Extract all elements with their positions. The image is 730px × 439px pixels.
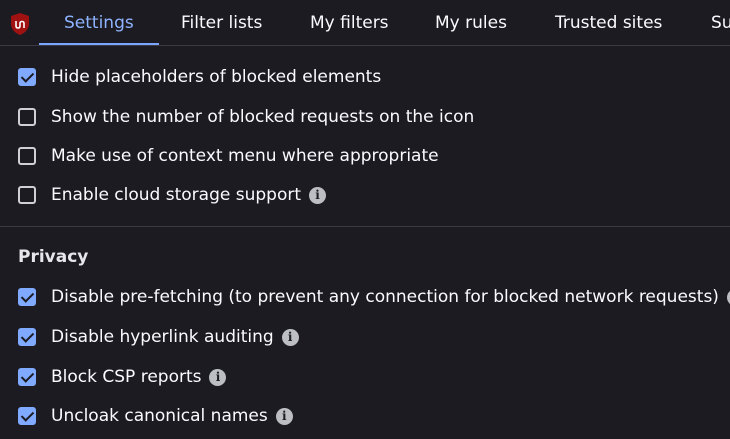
info-icon[interactable]: i [209,368,227,386]
option-hide-placeholders[interactable]: Hide placeholders of blocked elements [18,66,381,88]
show-blocked-count-checkbox[interactable] [18,108,36,126]
option-label: Hide placeholders of blocked elements [51,67,382,87]
tab-my-rules[interactable]: My rules [435,0,507,45]
option-disable-hyperlink-auditing[interactable]: Disable hyperlink auditing i [18,326,299,348]
uncloak-canonical-names-checkbox[interactable] [18,407,36,425]
ublock-logo-icon [11,13,29,35]
hide-placeholders-checkbox[interactable] [18,68,36,86]
option-label: Show the number of blocked requests on t… [51,107,475,127]
tab-my-filters[interactable]: My filters [310,0,389,45]
tab-support[interactable]: Su [711,0,730,45]
info-icon[interactable]: i [281,328,299,346]
option-label: Enable cloud storage support [51,185,302,205]
option-show-blocked-count[interactable]: Show the number of blocked requests on t… [18,106,474,128]
option-disable-prefetching[interactable]: Disable pre-fetching (to prevent any con… [18,286,730,308]
block-csp-reports-checkbox[interactable] [18,368,36,386]
option-label: Uncloak canonical names [51,406,268,426]
option-context-menu[interactable]: Make use of context menu where appropria… [18,145,439,167]
option-label: Disable hyperlink auditing [51,327,274,347]
section-divider [0,226,730,227]
disable-prefetching-checkbox[interactable] [18,288,36,306]
disable-hyperlink-auditing-checkbox[interactable] [18,328,36,346]
option-uncloak-canonical-names[interactable]: Uncloak canonical names i [18,405,293,427]
tab-bar: Settings Filter lists My filters My rule… [0,0,730,46]
tab-trusted-sites[interactable]: Trusted sites [555,0,662,45]
tab-settings[interactable]: Settings [39,0,159,45]
option-label: Disable pre-fetching (to prevent any con… [51,287,719,307]
cloud-storage-checkbox[interactable] [18,186,36,204]
info-icon[interactable]: i [309,186,327,204]
option-label: Make use of context menu where appropria… [51,146,439,166]
privacy-heading: Privacy [18,247,89,267]
option-block-csp-reports[interactable]: Block CSP reports i [18,366,227,388]
option-label: Block CSP reports [51,367,202,387]
tab-filter-lists[interactable]: Filter lists [181,0,262,45]
option-cloud-storage[interactable]: Enable cloud storage support i [18,184,327,206]
info-icon[interactable]: i [275,407,293,425]
context-menu-checkbox[interactable] [18,147,36,165]
